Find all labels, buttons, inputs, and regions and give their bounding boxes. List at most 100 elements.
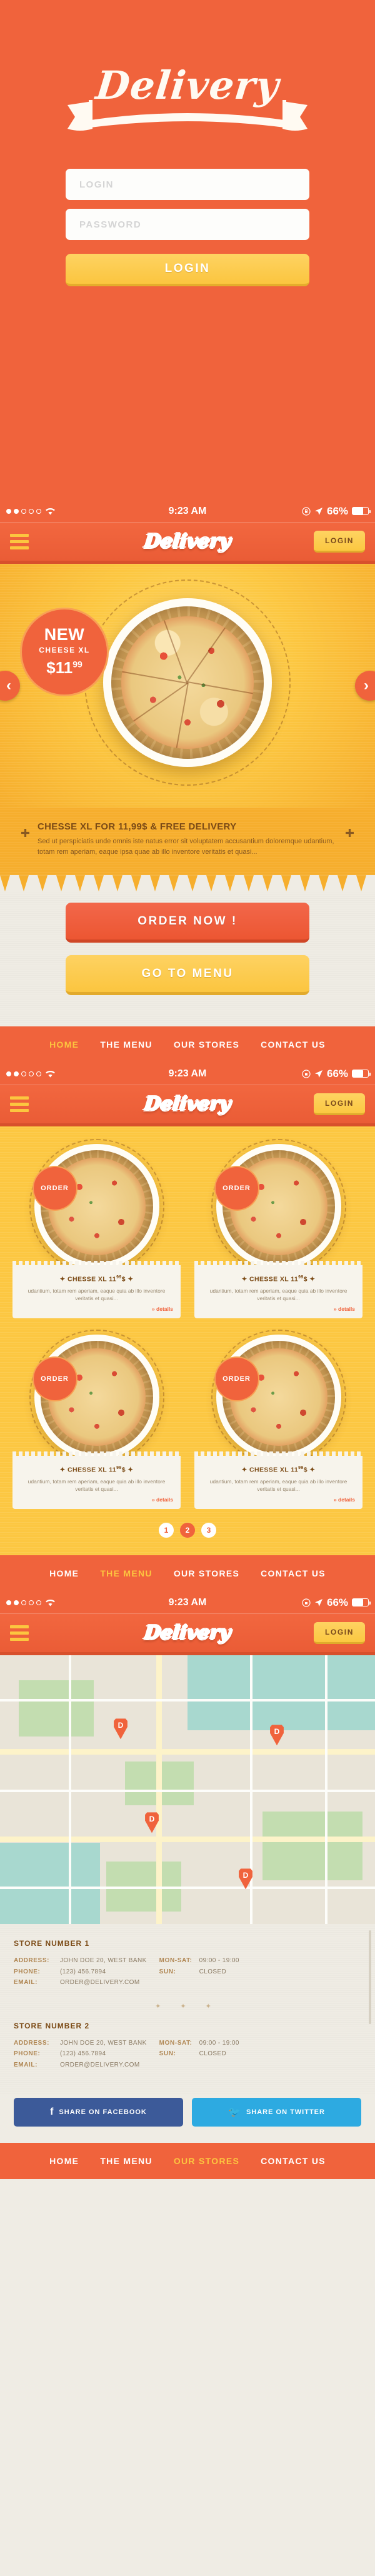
card-info: ✦ CHESSE XL 1199$ ✦ udantium, totam rem a… xyxy=(12,1265,181,1319)
order-now-button[interactable]: ORDER NOW ! xyxy=(66,903,309,943)
menu-card[interactable]: ORDER ✦ CHESSE XL 1199$ ✦ udantium, totam … xyxy=(194,1330,362,1510)
nav-item-the-menu[interactable]: THE MENU xyxy=(100,1040,152,1050)
email-value: ORDER@DELIVERY.COM xyxy=(60,1979,140,1987)
share-facebook-label: SHARE ON FACEBOOK xyxy=(59,2108,147,2117)
store-heading: STORE NUMBER 1 xyxy=(14,1939,90,1948)
battery-percent: 66% xyxy=(326,1067,349,1080)
store-list: STORE NUMBER 1 ADDRESS: JOHN DOE 20, WEST … xyxy=(0,1924,375,2095)
card-details-link[interactable]: » details xyxy=(20,1496,173,1503)
status-bar: 9:23 AM 66% xyxy=(0,1063,375,1086)
signal-strength-icon xyxy=(6,508,41,514)
zigzag-tooth xyxy=(38,875,48,892)
page-3[interactable]: 3 xyxy=(201,1523,216,1538)
zigzag-tooth xyxy=(56,875,66,892)
card-details-link[interactable]: » details xyxy=(20,1306,173,1312)
zigzag-tooth xyxy=(356,875,366,892)
card-info: ✦ CHESSE XL 1199$ ✦ udantium, totam rem a… xyxy=(12,1456,181,1510)
header-login-button[interactable]: LOGIN xyxy=(314,1093,365,1116)
card-pizza-image: ORDER xyxy=(211,1330,346,1465)
bottom-nav: HOME THE MENU OUR STORES CONTACT US xyxy=(0,2143,375,2180)
share-twitter-button[interactable]: 🐦 SHARE ON TWITTER xyxy=(192,2098,361,2127)
map-feature xyxy=(250,1655,252,1925)
map-pin[interactable]: D xyxy=(114,1718,128,1740)
promo-badge-price: $1199 xyxy=(46,658,82,677)
social-share: f SHARE ON FACEBOOK 🐦 SHARE ON TWITTER xyxy=(0,2094,375,2143)
map-feature xyxy=(69,1655,71,1925)
login-form: LOGIN xyxy=(66,169,309,286)
store-locations-map[interactable]: DDDD xyxy=(0,1655,375,1925)
go-to-menu-button[interactable]: GO TO MENU xyxy=(66,955,309,996)
password-input[interactable] xyxy=(66,209,309,240)
carousel-prev-button[interactable]: ‹ xyxy=(0,671,20,701)
order-badge[interactable]: ORDER xyxy=(35,1169,74,1208)
nav-item-home[interactable]: HOME xyxy=(49,1568,79,1578)
weekday-hours-value: 09:00 - 19:00 xyxy=(199,2039,239,2047)
zigzag-tooth xyxy=(169,875,179,892)
nav-item-home[interactable]: HOME xyxy=(49,1040,79,1050)
signal-strength-icon xyxy=(6,1071,41,1076)
address-label: ADDRESS: xyxy=(14,1957,50,1965)
ribbon-icon xyxy=(68,100,308,131)
order-badge[interactable]: ORDER xyxy=(217,1169,256,1208)
cta-section: ORDER NOW ! GO TO MENU xyxy=(0,891,375,1027)
map-feature xyxy=(0,1843,100,1925)
rotation-lock-icon xyxy=(302,1598,311,1607)
scrollbar[interactable] xyxy=(369,1930,371,2025)
nav-item-our-stores[interactable]: OUR STORES xyxy=(174,1568,239,1578)
nav-item-the-menu[interactable]: THE MENU xyxy=(100,2156,152,2166)
login-submit-button[interactable]: LOGIN xyxy=(66,254,309,286)
sunday-hours-value: CLOSED xyxy=(199,1968,227,1975)
signal-strength-icon xyxy=(6,1600,41,1605)
location-arrow-icon xyxy=(314,1070,322,1078)
hero-pizza-image xyxy=(103,598,272,767)
stores-screen: 9:23 AM 66% Delivery LOGIN DDDD STORE NU… xyxy=(0,1591,375,2180)
map-feature xyxy=(0,1887,375,1890)
hamburger-icon[interactable] xyxy=(10,534,29,549)
rotation-lock-icon xyxy=(302,1069,311,1078)
app-header: Delivery LOGIN xyxy=(0,1085,375,1127)
map-feature xyxy=(188,1655,375,1731)
wifi-icon xyxy=(46,508,55,515)
username-input[interactable] xyxy=(66,169,309,200)
menu-card[interactable]: ORDER ✦ CHESSE XL 1199$ ✦ udantium, totam … xyxy=(194,1139,362,1319)
card-details-link[interactable]: » details xyxy=(202,1496,355,1503)
zigzag-tooth xyxy=(131,875,141,892)
order-badge[interactable]: ORDER xyxy=(217,1360,256,1399)
address-label: ADDRESS: xyxy=(14,2039,50,2047)
nav-item-our-stores[interactable]: OUR STORES xyxy=(174,1040,239,1050)
share-facebook-button[interactable]: f SHARE ON FACEBOOK xyxy=(14,2098,183,2127)
twitter-icon: 🐦 xyxy=(228,2107,241,2118)
nav-item-contact-us[interactable]: CONTACT US xyxy=(261,1040,326,1050)
phone-value: (123) 456.7894 xyxy=(60,2050,106,2058)
order-badge[interactable]: ORDER xyxy=(35,1360,74,1399)
menu-card[interactable]: ORDER ✦ CHESSE XL 1199$ ✦ udantium, totam … xyxy=(12,1139,181,1319)
carousel-next-button[interactable]: › xyxy=(355,671,375,701)
card-title: ✦ CHESSE XL 1199$ ✦ xyxy=(241,1466,316,1474)
battery-icon xyxy=(352,1598,371,1607)
page-1[interactable]: 1 xyxy=(159,1523,174,1538)
nav-item-our-stores[interactable]: OUR STORES xyxy=(174,2156,239,2166)
card-info: ✦ CHESSE XL 1199$ ✦ udantium, totam rem a… xyxy=(194,1265,362,1319)
app-header: Delivery LOGIN xyxy=(0,523,375,564)
page-2[interactable]: 2 xyxy=(180,1523,195,1538)
nav-item-the-menu[interactable]: THE MENU xyxy=(100,1568,152,1578)
share-twitter-label: SHARE ON TWITTER xyxy=(246,2108,325,2117)
pagination: 123 xyxy=(12,1509,362,1549)
zigzag-tooth xyxy=(0,875,10,892)
status-time: 9:23 AM xyxy=(168,505,207,516)
menu-card[interactable]: ORDER ✦ CHESSE XL 1199$ ✦ udantium, totam … xyxy=(12,1330,181,1510)
hamburger-icon[interactable] xyxy=(10,1096,29,1113)
email-value: ORDER@DELIVERY.COM xyxy=(60,2061,140,2068)
email-label: EMAIL: xyxy=(14,2061,38,2068)
nav-item-contact-us[interactable]: CONTACT US xyxy=(261,2156,326,2166)
nav-item-home[interactable]: HOME xyxy=(49,2156,79,2166)
header-login-button[interactable]: LOGIN xyxy=(314,531,365,553)
card-details-link[interactable]: » details xyxy=(202,1306,355,1312)
nav-item-contact-us[interactable]: CONTACT US xyxy=(261,1568,326,1578)
hamburger-icon[interactable] xyxy=(10,1625,29,1641)
card-pizza-image: ORDER xyxy=(211,1139,346,1275)
header-login-button[interactable]: LOGIN xyxy=(314,1622,365,1645)
location-arrow-icon xyxy=(314,1598,322,1606)
map-pin[interactable]: D xyxy=(270,1725,284,1746)
promo-badge-product: CHEESE XL xyxy=(39,646,90,654)
